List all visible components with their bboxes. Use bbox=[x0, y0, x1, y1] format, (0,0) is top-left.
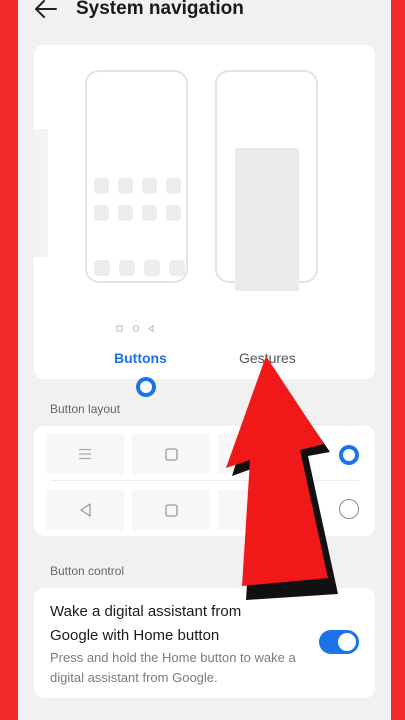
red-annotation-arrow bbox=[226, 356, 338, 600]
buttons-preview-phone[interactable] bbox=[85, 70, 188, 333]
dock-row bbox=[94, 260, 185, 276]
navigation-mode-card: Buttons Gestures bbox=[34, 45, 375, 397]
arrow-left-icon bbox=[35, 0, 57, 18]
mini-nav-bar-icon bbox=[116, 324, 154, 333]
back-triangle-icon bbox=[79, 503, 91, 517]
header: System navigation bbox=[18, 0, 244, 26]
toggle-knob bbox=[338, 633, 356, 651]
app-grid bbox=[94, 178, 181, 232]
buttons-radio[interactable] bbox=[136, 377, 156, 397]
button-layout-label: Button layout bbox=[50, 402, 121, 416]
assistant-setting-title: Wake a digital assistant from Google wit… bbox=[50, 603, 242, 644]
buttons-label: Buttons bbox=[114, 350, 167, 366]
square-icon bbox=[164, 503, 178, 517]
button-control-label: Button control bbox=[50, 564, 125, 578]
assistant-setting-description: Press and hold the Home button to wake a… bbox=[50, 650, 296, 685]
menu-icon bbox=[79, 448, 91, 460]
red-frame-right bbox=[391, 0, 405, 720]
back-button[interactable] bbox=[24, 0, 68, 26]
page-title: System navigation bbox=[76, 0, 244, 19]
assistant-toggle[interactable] bbox=[319, 630, 359, 654]
red-frame-left bbox=[0, 0, 18, 720]
assistant-setting-card[interactable]: Wake a digital assistant from Google wit… bbox=[34, 588, 375, 698]
square-icon bbox=[164, 447, 178, 461]
gesture-side-card bbox=[34, 129, 48, 257]
gesture-app-card bbox=[235, 148, 299, 291]
gestures-preview-phone[interactable] bbox=[215, 70, 318, 291]
